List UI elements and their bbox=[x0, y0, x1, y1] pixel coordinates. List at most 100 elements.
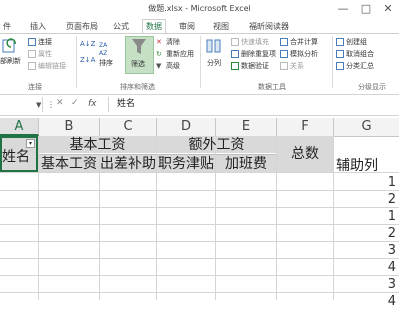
sort-button[interactable]: 排序 bbox=[99, 59, 113, 68]
minimize-button[interactable]: — bbox=[332, 0, 354, 17]
name-header: 姓名 bbox=[2, 149, 30, 165]
tab-page-layout[interactable]: 页面布局 bbox=[63, 20, 101, 34]
group-button[interactable]: 创建组 bbox=[336, 38, 367, 47]
text-to-columns-icon[interactable] bbox=[206, 38, 222, 54]
more-icon[interactable]: ⋮ bbox=[47, 100, 55, 109]
column-header-c[interactable]: C bbox=[100, 118, 157, 136]
grid-line bbox=[0, 241, 399, 242]
data-validation-icon bbox=[231, 62, 239, 70]
outline-group-label: 分级显示 bbox=[358, 83, 386, 91]
grid-line bbox=[0, 172, 399, 173]
tab-view[interactable]: 视图 bbox=[210, 20, 232, 34]
data-validation-label: 数据验证 bbox=[241, 62, 269, 70]
connections-button[interactable]: 连接 bbox=[28, 38, 52, 47]
helper-value: 3 bbox=[387, 243, 396, 258]
helper-value: 2 bbox=[387, 192, 396, 207]
refresh-all-icon[interactable] bbox=[2, 38, 18, 54]
column-header-g[interactable]: G bbox=[334, 118, 399, 136]
text-to-columns-button[interactable]: 分列 bbox=[207, 59, 221, 68]
properties-icon bbox=[28, 50, 36, 58]
connections-label: 连接 bbox=[38, 38, 52, 46]
column-header-a[interactable]: A bbox=[0, 118, 39, 136]
reapply-label: 重新应用 bbox=[166, 50, 194, 58]
edit-links-button[interactable]: 编辑链接 bbox=[28, 62, 66, 71]
tab-file[interactable]: 件 bbox=[0, 20, 14, 34]
restore-button[interactable]: □ bbox=[355, 0, 377, 17]
flash-fill-label: 快速填充 bbox=[241, 38, 269, 46]
advanced-button[interactable]: ▼ 高级 bbox=[156, 62, 180, 71]
helper-value: 2 bbox=[387, 226, 396, 241]
relationships-icon bbox=[280, 62, 288, 70]
properties-button[interactable]: 属性 bbox=[28, 50, 52, 59]
edit-links-label: 编辑链接 bbox=[38, 62, 66, 70]
formula-input[interactable]: 姓名 bbox=[117, 97, 135, 112]
ungroup-label: 取消组合 bbox=[346, 50, 374, 58]
close-button[interactable]: ✕ bbox=[377, 0, 399, 17]
divider bbox=[108, 97, 109, 112]
grid-line bbox=[0, 190, 399, 191]
tab-insert[interactable]: 插入 bbox=[27, 20, 49, 34]
flash-fill-button[interactable]: 快速填充 bbox=[231, 38, 269, 47]
data-validation-button[interactable]: 数据验证 bbox=[231, 62, 269, 71]
sort-icon[interactable]: ZA AZ bbox=[99, 40, 115, 57]
selected-cell-a1[interactable]: 姓名 ▾ bbox=[0, 136, 38, 172]
filter-dropdown-icon[interactable]: ▾ bbox=[26, 139, 35, 148]
filter-label: 筛选 bbox=[131, 60, 145, 68]
sort-za-button[interactable]: Z↓A bbox=[80, 56, 95, 65]
travel-allowance-header: 出差补助 bbox=[100, 154, 156, 173]
clear-button[interactable]: ✕ 清除 bbox=[156, 38, 180, 47]
column-header-b[interactable]: B bbox=[39, 118, 100, 136]
helper-value: 1 bbox=[387, 175, 396, 190]
advanced-label: 高级 bbox=[166, 62, 180, 70]
tab-formulas[interactable]: 公式 bbox=[110, 20, 132, 34]
divider bbox=[200, 36, 201, 88]
filter-icon bbox=[131, 38, 147, 56]
grid-line bbox=[0, 224, 399, 225]
column-header-f[interactable]: F bbox=[277, 118, 334, 136]
column-header-e[interactable]: E bbox=[216, 118, 277, 136]
relationships-button[interactable]: 关系 bbox=[280, 62, 304, 71]
ungroup-button[interactable]: 取消组合 bbox=[336, 50, 374, 59]
tab-review[interactable]: 审阅 bbox=[176, 20, 198, 34]
sort-az-button[interactable]: A↓Z bbox=[80, 40, 95, 49]
sort-filter-group-label: 排序和筛选 bbox=[120, 83, 155, 91]
flash-fill-icon bbox=[231, 38, 239, 46]
svg-text:ZA: ZA bbox=[99, 42, 108, 49]
extra-salary-header: 额外工资 bbox=[157, 136, 276, 153]
helper-value: 4 bbox=[387, 260, 396, 275]
cancel-icon[interactable]: ✕ bbox=[56, 98, 64, 108]
helper-value: 4 bbox=[387, 294, 396, 309]
grid-line bbox=[0, 258, 399, 259]
column-header-d[interactable]: D bbox=[157, 118, 216, 136]
refresh-all-button[interactable]: 部刷新 bbox=[0, 57, 21, 66]
clear-icon: ✕ bbox=[156, 38, 162, 46]
what-if-analysis-button[interactable]: 模拟分析 bbox=[280, 50, 318, 59]
remove-duplicates-button[interactable]: 删除重复项 bbox=[231, 50, 276, 59]
subtotal-button[interactable]: 分类汇总 bbox=[336, 62, 374, 71]
reapply-button[interactable]: ↻ 重新应用 bbox=[156, 50, 194, 59]
properties-label: 属性 bbox=[38, 50, 52, 58]
consolidate-button[interactable]: 合并计算 bbox=[280, 38, 318, 47]
ungroup-icon bbox=[336, 50, 344, 58]
divider bbox=[76, 36, 77, 88]
clear-label: 清除 bbox=[166, 38, 180, 46]
group-icon bbox=[336, 38, 344, 46]
what-if-icon bbox=[280, 50, 288, 58]
grid-line bbox=[0, 292, 399, 293]
tab-foxit-reader[interactable]: 福昕阅读器 bbox=[246, 20, 292, 34]
consolidate-label: 合并计算 bbox=[290, 38, 318, 46]
relationships-label: 关系 bbox=[290, 62, 304, 70]
helper-value: 1 bbox=[387, 209, 396, 224]
svg-text:AZ: AZ bbox=[99, 50, 107, 56]
total-header: 总数 bbox=[277, 136, 333, 172]
what-if-label: 模拟分析 bbox=[290, 50, 318, 58]
data-tools-group-label: 数据工具 bbox=[258, 83, 286, 91]
divider bbox=[332, 36, 333, 88]
ribbon-tabs bbox=[0, 19, 399, 34]
position-allowance-header: 职务津贴 bbox=[157, 154, 215, 173]
overtime-pay-header: 加班费 bbox=[216, 154, 276, 173]
insert-function-button[interactable]: fx bbox=[88, 97, 97, 112]
enter-icon[interactable]: ✓ bbox=[71, 98, 79, 108]
consolidate-icon bbox=[280, 38, 288, 46]
name-box-dropdown-icon[interactable]: ▼ bbox=[36, 101, 41, 109]
